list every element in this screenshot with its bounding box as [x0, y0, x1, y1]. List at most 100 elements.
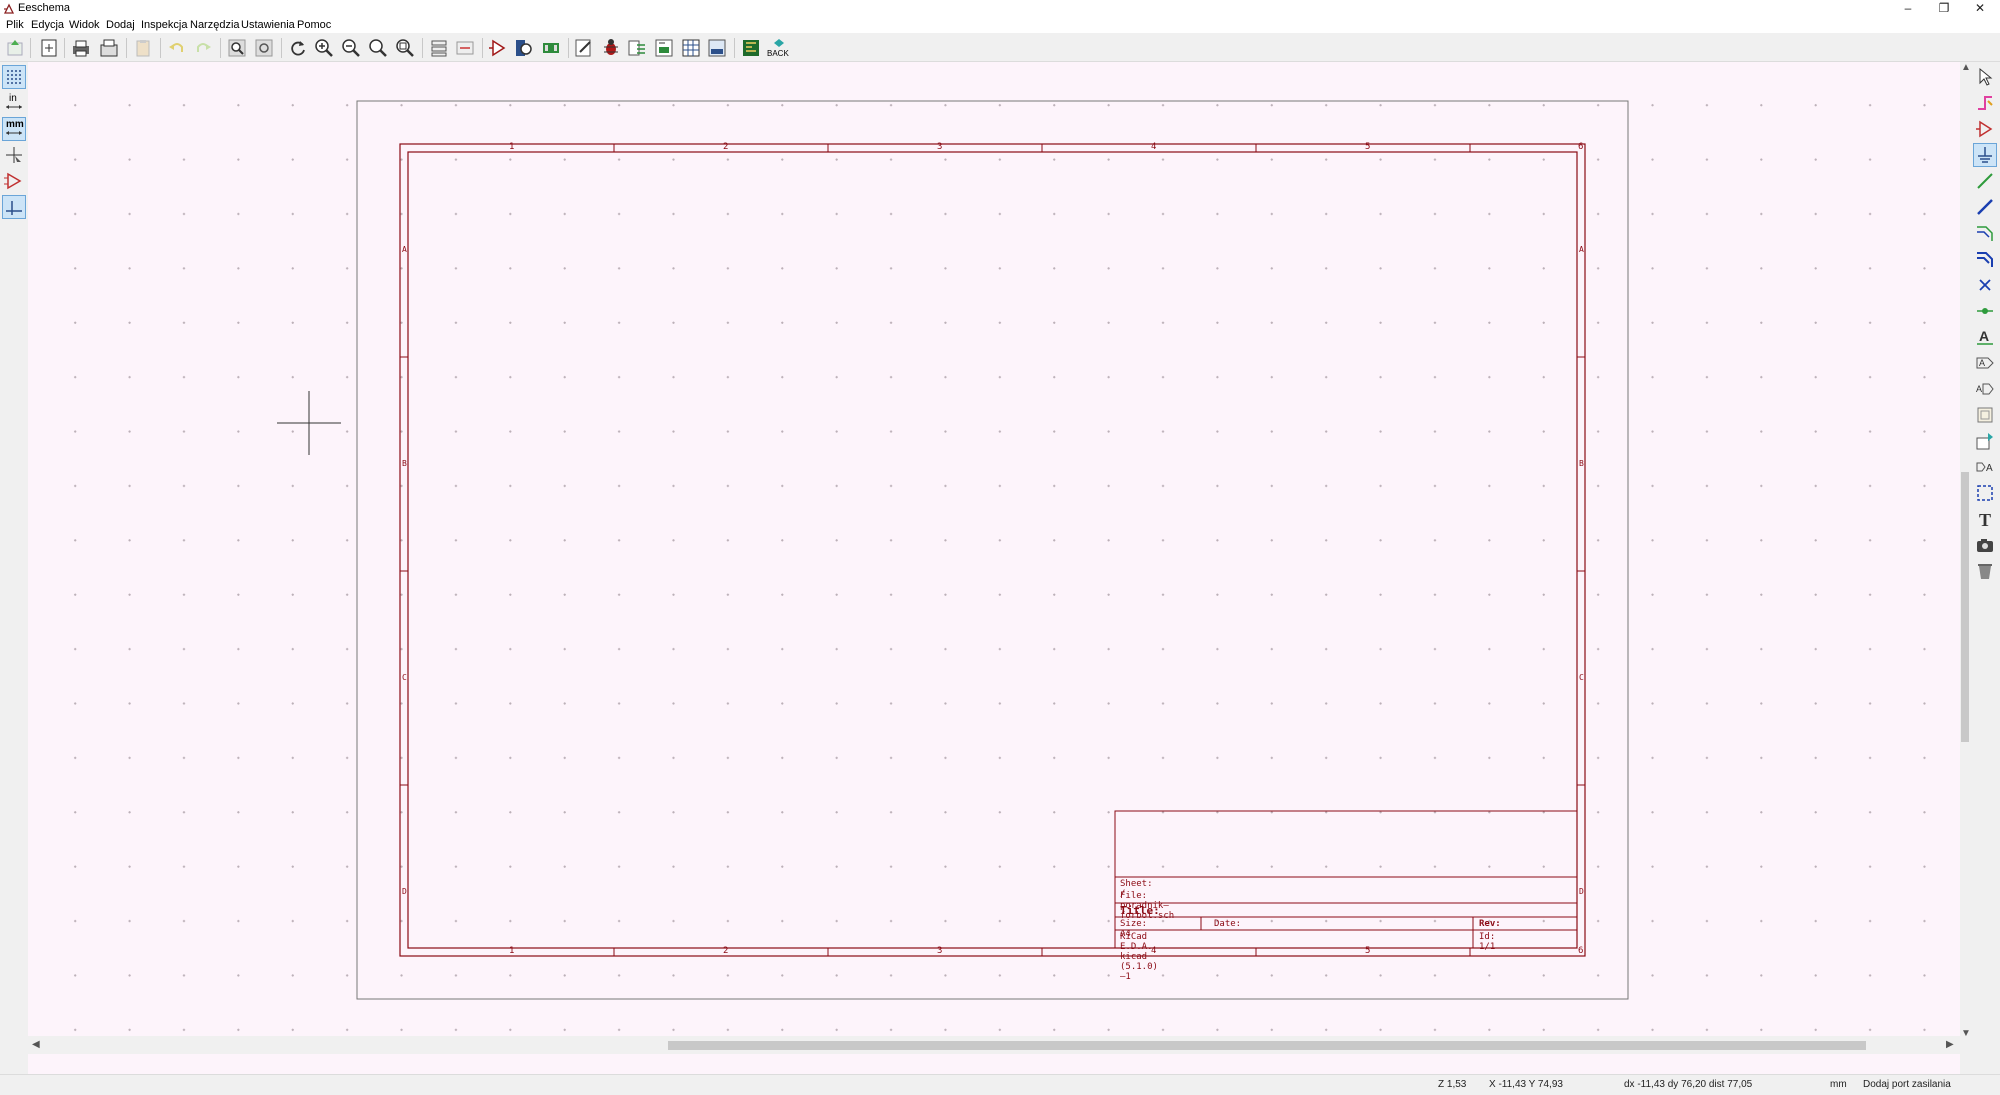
- scroll-left-icon[interactable]: ◀: [32, 1039, 40, 1050]
- add-power-icon[interactable]: [1973, 143, 1997, 167]
- refresh-icon[interactable]: [287, 37, 309, 59]
- title-block-id: Id: 1/1: [1479, 932, 1496, 952]
- delete-icon[interactable]: [1974, 560, 1996, 582]
- symbol-library-browser-icon[interactable]: [513, 37, 535, 59]
- graphic-lines-icon[interactable]: [1974, 482, 1996, 504]
- menu-widok[interactable]: Widok: [69, 19, 100, 31]
- row-label: A: [402, 245, 407, 254]
- sheet-frame-outer: [399, 143, 1586, 957]
- menu-narzedzia[interactable]: Narzędzia: [190, 19, 240, 31]
- select-arrow-icon[interactable]: [1974, 66, 1996, 88]
- wire-to-bus-entry-icon[interactable]: [1974, 222, 1996, 244]
- col-label: 2: [723, 946, 729, 956]
- row-label: C: [402, 673, 407, 682]
- minimize-button[interactable]: –: [1890, 0, 1926, 17]
- grid-toggle-icon[interactable]: [2, 65, 26, 89]
- undo-icon[interactable]: [166, 37, 188, 59]
- menu-inspekcja[interactable]: Inspekcja: [141, 19, 187, 31]
- add-image-icon[interactable]: [1974, 534, 1996, 556]
- paste-icon[interactable]: [132, 37, 154, 59]
- menu-pomoc[interactable]: Pomoc: [297, 19, 331, 31]
- svg-text:A: A: [1986, 463, 1993, 474]
- svg-text:A: A: [1979, 328, 1989, 344]
- vertical-scrollbar[interactable]: ▲ ▼: [1960, 62, 1971, 1042]
- add-text-icon[interactable]: T: [1974, 508, 1996, 530]
- global-label-icon[interactable]: A: [1974, 352, 1996, 374]
- crosshair-cursor: [277, 391, 341, 455]
- eeschema-app-icon: [3, 3, 15, 14]
- title-block-rev: Rev:: [1479, 919, 1501, 929]
- redo-icon[interactable]: [192, 37, 214, 59]
- junction-icon[interactable]: [1974, 300, 1996, 322]
- units-inch-button[interactable]: in: [3, 92, 25, 114]
- zoom-out-icon[interactable]: [340, 37, 362, 59]
- cursor-shape-icon[interactable]: [3, 144, 25, 166]
- schematic-canvas[interactable]: 1 2 3 4 5 6 1 2 3 4 5 6 A B C D A B C D …: [28, 62, 1960, 1092]
- row-label: B: [1579, 459, 1584, 468]
- back-button[interactable]: BACK: [766, 37, 792, 59]
- pcbnew-icon[interactable]: [740, 37, 762, 59]
- status-bar: Z 1,53 X -11,43 Y 74,93 dx -11,43 dy 76,…: [0, 1074, 2000, 1095]
- add-bus-icon[interactable]: [1974, 196, 1996, 218]
- title-block-frame: [1114, 810, 1578, 949]
- net-label-icon[interactable]: A: [1974, 326, 1996, 348]
- annotate-icon[interactable]: [573, 37, 595, 59]
- page-settings-icon[interactable]: [38, 37, 60, 59]
- menu-ustawienia[interactable]: Ustawienia: [241, 19, 295, 31]
- menu-plik[interactable]: Plik: [6, 19, 24, 31]
- add-wire-icon[interactable]: [1974, 170, 1996, 192]
- bom-icon[interactable]: [680, 37, 702, 59]
- find-icon[interactable]: [226, 37, 248, 59]
- row-label: D: [1579, 887, 1584, 896]
- status-cursor-position: X -11,43 Y 74,93: [1489, 1079, 1563, 1090]
- status-zoom: Z 1,53: [1438, 1079, 1467, 1090]
- back-label: BACK: [767, 49, 789, 58]
- symbol-editor-icon[interactable]: [487, 37, 509, 59]
- netlist-icon[interactable]: [626, 37, 648, 59]
- zoom-selection-icon[interactable]: [394, 37, 416, 59]
- menu-edycja[interactable]: Edycja: [31, 19, 64, 31]
- leave-sheet-icon[interactable]: [454, 37, 476, 59]
- window-title: Eeschema: [18, 2, 70, 14]
- row-label: B: [402, 459, 407, 468]
- bus-to-bus-entry-icon[interactable]: [1974, 248, 1996, 270]
- hidden-pins-icon[interactable]: [3, 170, 25, 192]
- sheet-pin-icon[interactable]: A: [1974, 456, 1996, 478]
- col-label: 3: [937, 142, 943, 152]
- save-icon[interactable]: [4, 37, 26, 59]
- col-label: 1: [509, 142, 515, 152]
- plot-icon[interactable]: [98, 37, 120, 59]
- hierarchical-label-icon[interactable]: A: [1974, 378, 1996, 400]
- restore-button[interactable]: ❐: [1926, 0, 1962, 17]
- wire-angle-icon[interactable]: [2, 195, 26, 219]
- highlight-net-icon[interactable]: [1974, 92, 1996, 114]
- hierarchy-navigator-icon[interactable]: [428, 37, 450, 59]
- schematic-sheet: [356, 100, 1629, 1000]
- edit-fields-icon[interactable]: [706, 37, 728, 59]
- units-mm-button[interactable]: mm: [2, 117, 26, 141]
- horizontal-scrollbar[interactable]: ◀ ▶: [28, 1036, 1960, 1054]
- scroll-right-icon[interactable]: ▶: [1946, 1039, 1954, 1050]
- assign-footprints-icon[interactable]: [653, 37, 675, 59]
- footprint-editor-icon[interactable]: [540, 37, 562, 59]
- title-block-title: Title:: [1120, 904, 1160, 917]
- add-symbol-icon[interactable]: [1974, 118, 1996, 140]
- close-button[interactable]: ✕: [1962, 0, 1998, 17]
- svg-text:A: A: [1979, 358, 1985, 368]
- horizontal-scroll-thumb[interactable]: [668, 1041, 1866, 1050]
- erc-icon[interactable]: [600, 37, 622, 59]
- status-delta: dx -11,43 dy 76,20 dist 77,05: [1624, 1079, 1753, 1090]
- zoom-fit-icon[interactable]: [367, 37, 389, 59]
- frame-ticks: [400, 144, 1585, 956]
- vertical-scroll-thumb[interactable]: [1961, 472, 1969, 742]
- hierarchical-sheet-icon[interactable]: [1974, 404, 1996, 426]
- zoom-in-icon[interactable]: [313, 37, 335, 59]
- no-connect-icon[interactable]: [1974, 274, 1996, 296]
- row-label: A: [1579, 245, 1584, 254]
- menu-dodaj[interactable]: Dodaj: [106, 19, 135, 31]
- find-replace-icon[interactable]: [253, 37, 275, 59]
- right-toolbar: A A A A T: [1970, 62, 2000, 1062]
- import-sheet-pin-icon[interactable]: [1974, 430, 1996, 452]
- print-icon[interactable]: [70, 37, 92, 59]
- svg-text:T: T: [1979, 510, 1991, 530]
